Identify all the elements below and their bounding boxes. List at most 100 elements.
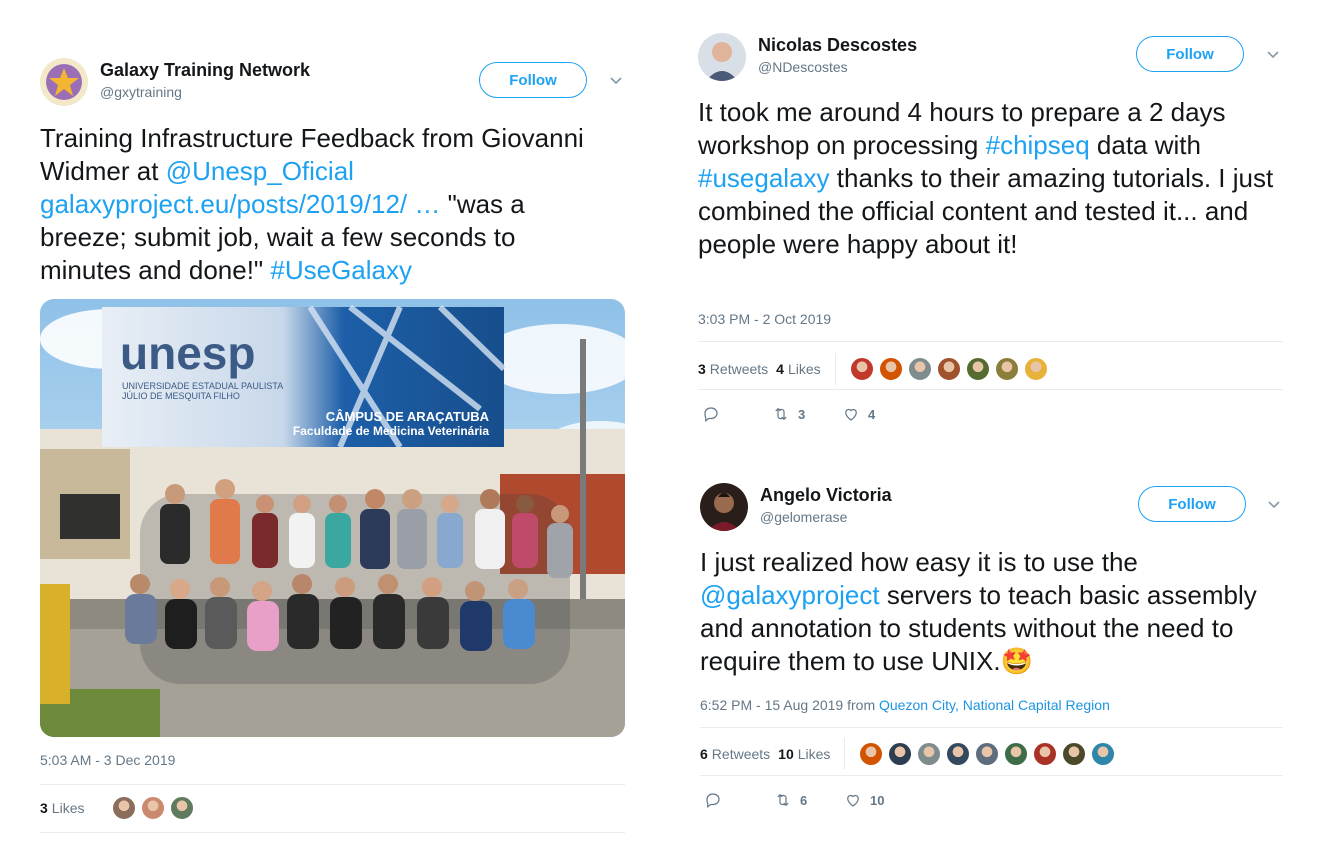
user-handle[interactable]: @NDescostes bbox=[758, 59, 848, 75]
mention-link[interactable]: @Unesp_Oficial bbox=[166, 156, 354, 186]
user-avatar-thumb[interactable] bbox=[917, 742, 942, 766]
user-avatar-thumb[interactable] bbox=[994, 357, 1019, 381]
likes-label: Likes bbox=[797, 746, 831, 762]
tweet-text: It took me around 4 hours to prepare a 2… bbox=[698, 96, 1283, 261]
liker-avatars bbox=[112, 796, 199, 820]
user-avatar-thumb[interactable] bbox=[112, 796, 137, 820]
tweet-text-segment: data with bbox=[1089, 130, 1201, 160]
user-avatar-thumb[interactable] bbox=[975, 742, 1000, 766]
retweets-stat[interactable]: 3 Retweets bbox=[698, 361, 768, 377]
group-people bbox=[125, 479, 573, 684]
user-avatar-thumb[interactable] bbox=[878, 357, 903, 381]
likes-label: Likes bbox=[51, 800, 85, 816]
display-name[interactable]: Nicolas Descostes bbox=[758, 35, 917, 56]
user-avatar-thumb[interactable] bbox=[1091, 742, 1116, 766]
divider bbox=[834, 353, 836, 385]
likes-stat[interactable]: 10 Likes bbox=[778, 746, 830, 762]
location-link[interactable]: Quezon City, National Capital Region bbox=[879, 697, 1110, 713]
url-link[interactable]: galaxyproject.eu/posts/2019/12/ … bbox=[40, 189, 440, 219]
tweet-header: Galaxy Training Network @gxytraining Fol… bbox=[40, 58, 625, 118]
engager-avatars bbox=[849, 357, 1053, 381]
likes-stat[interactable]: 4 Likes bbox=[776, 361, 820, 377]
reply-button[interactable] bbox=[702, 405, 772, 423]
avatar[interactable] bbox=[698, 33, 746, 81]
tweet-actions: 6 10 bbox=[704, 791, 884, 809]
divider bbox=[40, 784, 625, 785]
retweets-label: Retweets bbox=[711, 746, 771, 762]
sign-line2: JÚLIO DE MESQUITA FILHO bbox=[122, 391, 240, 401]
tweet-photo[interactable]: unesp UNIVERSIDADE ESTADUAL PAULISTA JÚL… bbox=[40, 299, 625, 737]
divider bbox=[844, 738, 846, 770]
reply-icon bbox=[704, 407, 718, 422]
likes-stat[interactable]: 3 Likes bbox=[40, 800, 84, 816]
user-avatar-thumb[interactable] bbox=[1033, 742, 1058, 766]
hashtag-link[interactable]: #usegalaxy bbox=[698, 163, 830, 193]
hashtag-link[interactable]: #chipseq bbox=[986, 130, 1090, 160]
likes-label: Likes bbox=[787, 361, 821, 377]
chevron-down-icon[interactable] bbox=[608, 72, 624, 88]
tweet-angelo: Angelo Victoria @gelomerase Follow I jus… bbox=[700, 483, 1283, 678]
user-avatar-thumb[interactable] bbox=[888, 742, 913, 766]
hashtag-link[interactable]: #UseGalaxy bbox=[270, 255, 412, 285]
user-avatar-thumb[interactable] bbox=[1023, 357, 1048, 381]
retweets-label: Retweets bbox=[709, 361, 769, 377]
mention-link[interactable]: @galaxyproject bbox=[700, 580, 880, 610]
user-avatar-thumb[interactable] bbox=[946, 742, 971, 766]
user-avatar-thumb[interactable] bbox=[170, 796, 195, 820]
follow-button[interactable]: Follow bbox=[479, 62, 587, 98]
reply-icon bbox=[706, 793, 720, 808]
avatar[interactable] bbox=[700, 483, 748, 531]
follow-button[interactable]: Follow bbox=[1138, 486, 1246, 522]
retweet-button[interactable]: 6 bbox=[774, 791, 844, 809]
sign-brand: unesp bbox=[120, 327, 255, 379]
user-avatar-thumb[interactable] bbox=[1062, 742, 1087, 766]
avatar[interactable] bbox=[40, 58, 88, 106]
retweet-button[interactable]: 3 bbox=[772, 405, 842, 423]
chevron-down-icon[interactable] bbox=[1265, 46, 1281, 62]
tweet-text: I just realized how easy it is to use th… bbox=[700, 546, 1283, 678]
divider bbox=[698, 341, 1283, 342]
like-button[interactable]: 10 bbox=[844, 791, 884, 809]
divider bbox=[700, 727, 1283, 728]
engagement-stats: 3 Retweets 4 Likes bbox=[698, 353, 1053, 385]
display-name[interactable]: Galaxy Training Network bbox=[100, 60, 310, 81]
tweet-text-segment: I just realized how easy it is to use th… bbox=[700, 547, 1138, 577]
likes-count: 3 bbox=[40, 800, 48, 816]
reply-button[interactable] bbox=[704, 791, 774, 809]
display-name[interactable]: Angelo Victoria bbox=[760, 485, 892, 506]
user-avatar-thumb[interactable] bbox=[141, 796, 166, 820]
sign-campus: CÂMPUS DE ARAÇATUBA bbox=[326, 409, 490, 424]
like-action-count: 10 bbox=[870, 792, 885, 808]
divider bbox=[698, 389, 1283, 390]
retweet-icon bbox=[775, 407, 787, 421]
star-struck-emoji: 🤩 bbox=[1000, 646, 1033, 676]
tweet-header: Nicolas Descostes @NDescostes Follow bbox=[698, 33, 1283, 93]
tweet-actions: 3 4 bbox=[702, 405, 875, 423]
user-avatar-thumb[interactable] bbox=[859, 742, 884, 766]
user-avatar-thumb[interactable] bbox=[965, 357, 990, 381]
user-avatar-thumb[interactable] bbox=[849, 357, 874, 381]
timestamp[interactable]: 6:52 PM - 15 Aug 2019 from bbox=[700, 697, 879, 713]
user-avatar-thumb[interactable] bbox=[1004, 742, 1029, 766]
retweets-count: 3 bbox=[698, 361, 706, 377]
engager-avatars bbox=[859, 742, 1120, 766]
tweet-nicolas: Nicolas Descostes @NDescostes Follow It … bbox=[698, 33, 1283, 261]
user-handle[interactable]: @gelomerase bbox=[760, 509, 847, 525]
retweet-action-count: 3 bbox=[798, 406, 806, 422]
user-avatar-thumb[interactable] bbox=[907, 357, 932, 381]
divider bbox=[700, 775, 1283, 776]
retweets-stat[interactable]: 6 Retweets bbox=[700, 746, 770, 762]
sign-line1: UNIVERSIDADE ESTADUAL PAULISTA bbox=[122, 381, 283, 391]
user-handle[interactable]: @gxytraining bbox=[100, 84, 182, 100]
timestamp[interactable]: 3:03 PM - 2 Oct 2019 bbox=[698, 311, 831, 327]
heart-icon bbox=[845, 408, 857, 421]
tweet-galaxy-training: Galaxy Training Network @gxytraining Fol… bbox=[40, 58, 625, 287]
chevron-down-icon[interactable] bbox=[1266, 496, 1282, 512]
tweet-header: Angelo Victoria @gelomerase Follow bbox=[700, 483, 1283, 543]
timestamp[interactable]: 5:03 AM - 3 Dec 2019 bbox=[40, 752, 175, 768]
likes-count: 4 bbox=[776, 361, 784, 377]
like-button[interactable]: 4 bbox=[842, 405, 875, 423]
retweet-icon bbox=[777, 793, 789, 807]
user-avatar-thumb[interactable] bbox=[936, 357, 961, 381]
follow-button[interactable]: Follow bbox=[1136, 36, 1244, 72]
